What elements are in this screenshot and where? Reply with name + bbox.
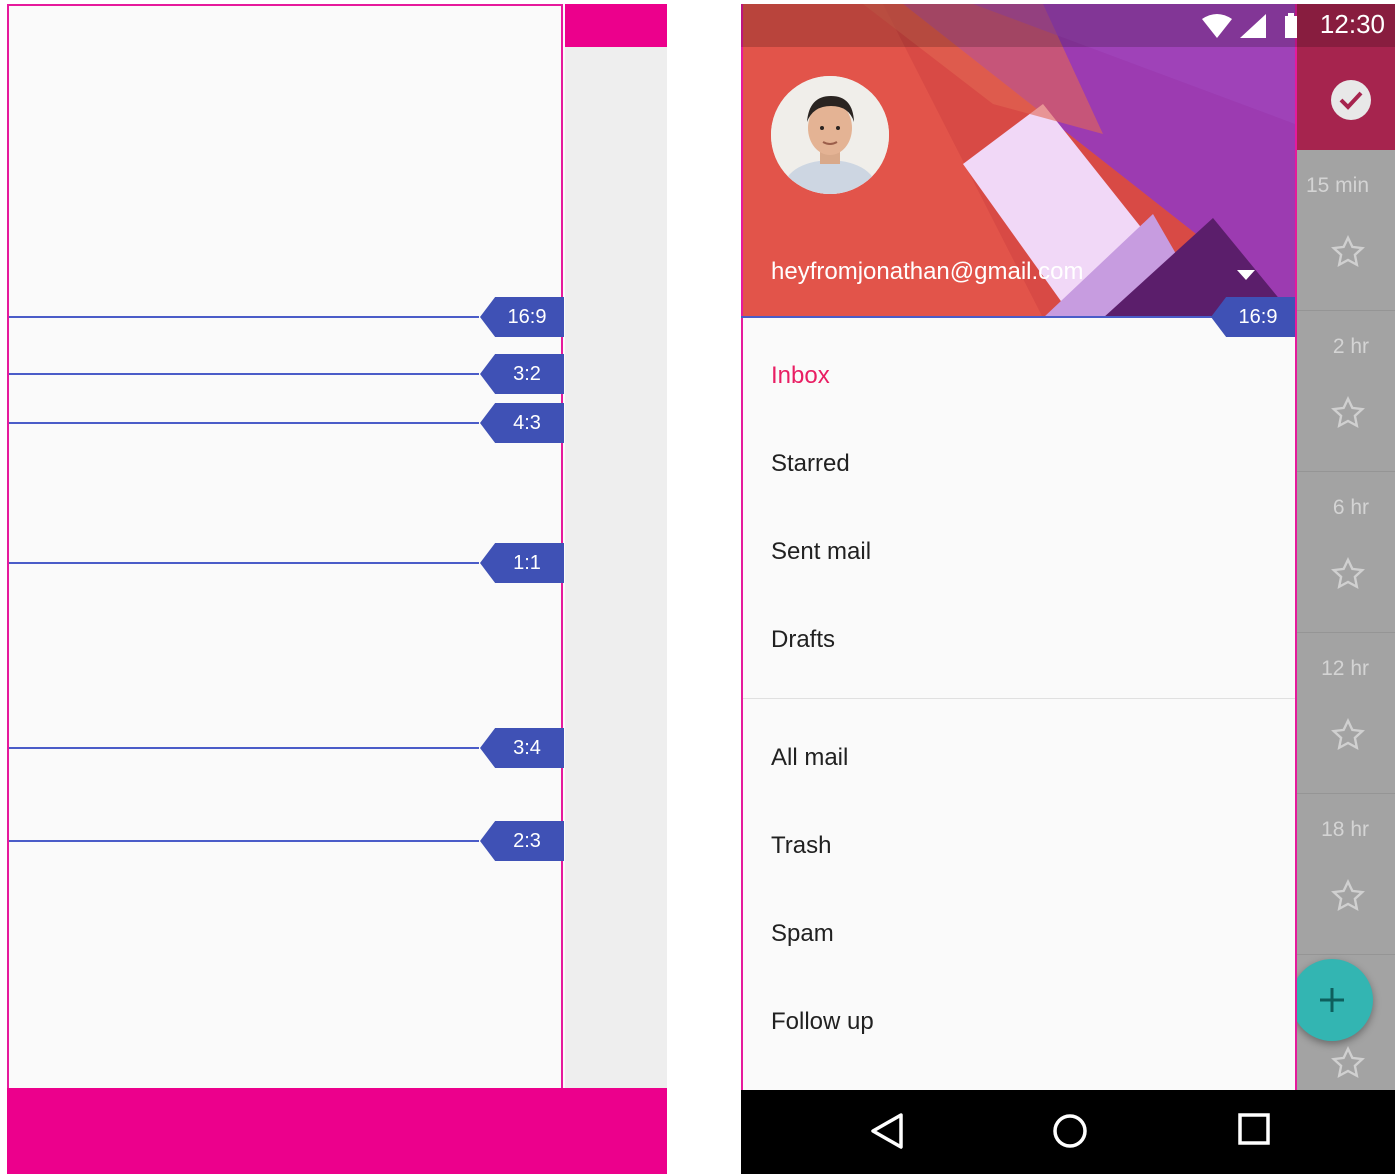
aspect-ratio-diagram: 16:9 3:2 4:3 1:1 3:4 2:3: [7, 4, 667, 1174]
mail-time: 18 hr: [1321, 818, 1369, 841]
nav-item-spam[interactable]: Spam: [771, 920, 834, 948]
nav-divider: [743, 698, 1295, 699]
content-area-block: [565, 47, 667, 1088]
battery-icon: [1285, 13, 1297, 38]
mail-row[interactable]: 12 hr: [1297, 633, 1395, 794]
ratio-line: [741, 316, 1293, 318]
star-icon[interactable]: [1329, 234, 1367, 270]
account-email: heyfromjonathan@gmail.com: [771, 258, 1084, 285]
ratio-tag: 3:4: [480, 728, 564, 768]
status-bar-block: [565, 4, 667, 47]
ratio-tag: 4:3: [480, 403, 564, 443]
status-time: 12:30: [1319, 9, 1385, 39]
mail-row[interactable]: 15 min: [1297, 150, 1395, 311]
mail-time: 12 hr: [1321, 657, 1369, 680]
ratio-line: [9, 840, 479, 842]
ratio-line: [9, 422, 479, 424]
star-icon[interactable]: [1329, 1045, 1367, 1081]
avatar[interactable]: [771, 76, 889, 194]
mail-row[interactable]: 2 hr: [1297, 311, 1395, 472]
nav-item-trash[interactable]: Trash: [771, 832, 831, 860]
nav-bar-block: [7, 1088, 667, 1174]
status-bar: 12:30: [741, 4, 1395, 47]
plus-icon: [1320, 988, 1344, 1012]
ratio-tag: 1:1: [480, 543, 564, 583]
ratio-tag: 2:3: [480, 821, 564, 861]
mail-row[interactable]: 18 hr: [1297, 794, 1395, 955]
home-icon[interactable]: [1051, 1112, 1089, 1150]
compose-fab[interactable]: [1291, 959, 1373, 1041]
nav-item-all-mail[interactable]: All mail: [771, 744, 848, 772]
drawer-header[interactable]: heyfromjonathan@gmail.com: [743, 4, 1295, 318]
star-icon[interactable]: [1329, 556, 1367, 592]
ratio-line: [9, 747, 479, 749]
ratio-line: [9, 562, 479, 564]
nav-item-inbox[interactable]: Inbox: [771, 362, 830, 390]
star-icon[interactable]: [1329, 717, 1367, 753]
ratio-tag: 16:9: [480, 297, 564, 337]
mail-row[interactable]: 6 hr: [1297, 472, 1395, 633]
mail-time: 2 hr: [1332, 335, 1369, 358]
nav-item-starred[interactable]: Starred: [771, 450, 850, 478]
star-icon[interactable]: [1329, 395, 1367, 431]
ratio-line: [9, 373, 479, 375]
back-icon[interactable]: [869, 1112, 905, 1150]
check-icon[interactable]: [1331, 80, 1371, 120]
nav-item-sent-mail[interactable]: Sent mail: [771, 538, 871, 566]
mail-time: 15 min: [1305, 174, 1369, 197]
system-nav-bar: [741, 1090, 1395, 1174]
nav-item-follow-up[interactable]: Follow up: [771, 1008, 874, 1036]
nav-item-drafts[interactable]: Drafts: [771, 626, 835, 654]
mail-time: 6 hr: [1332, 496, 1369, 519]
recents-icon[interactable]: [1237, 1112, 1271, 1146]
wifi-icon: [1202, 14, 1232, 38]
ratio-tag: 3:2: [480, 354, 564, 394]
navigation-drawer: heyfromjonathan@gmail.com Inbox Starred …: [741, 4, 1297, 1092]
star-icon[interactable]: [1329, 878, 1367, 914]
signal-icon: [1240, 14, 1266, 38]
drawer-outline: [7, 4, 563, 1088]
ratio-tag: 16:9: [1211, 297, 1295, 337]
ratio-line: [9, 316, 479, 318]
chevron-down-icon[interactable]: [1237, 270, 1255, 280]
phone-screen: 15 min 2 hr 6 hr 12 hr 18 hr 12:30 heyfr…: [741, 4, 1395, 1174]
